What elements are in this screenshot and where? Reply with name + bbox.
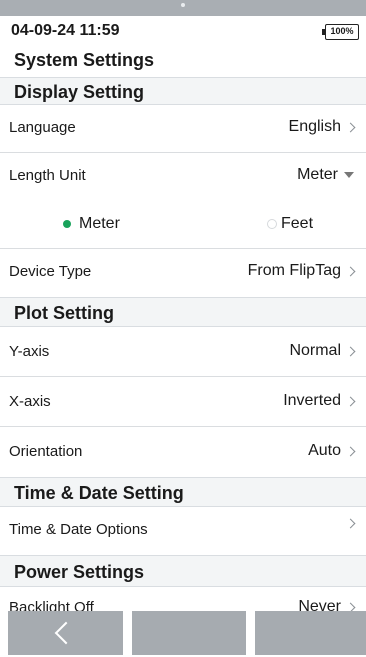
x-axis-value: Inverted — [283, 392, 341, 409]
chevron-right-icon — [345, 396, 356, 406]
radio-unselected-icon — [267, 219, 277, 229]
radio-selected-icon — [63, 220, 71, 228]
device-type-label: Device Type — [9, 263, 92, 280]
section-power-settings: Power Settings — [0, 555, 366, 587]
section-title: Display Setting — [14, 82, 145, 102]
section-plot-setting: Plot Setting — [0, 297, 366, 327]
section-time-date-setting: Time & Date Setting — [0, 477, 366, 507]
length-unit-options: Meter Feet — [0, 201, 366, 249]
x-axis-row[interactable]: X-axis Inverted — [0, 377, 366, 427]
length-unit-label: Length Unit — [9, 167, 86, 184]
y-axis-row[interactable]: Y-axis Normal — [0, 327, 366, 377]
section-title: Power Settings — [14, 562, 145, 582]
y-axis-label: Y-axis — [9, 343, 50, 360]
orientation-row[interactable]: Orientation Auto — [0, 427, 366, 477]
length-unit-value: Meter — [297, 166, 338, 183]
battery-nub — [322, 29, 325, 35]
chevron-right-icon — [345, 122, 356, 132]
time-date-options-label: Time & Date Options — [9, 521, 148, 538]
x-axis-label: X-axis — [9, 393, 51, 410]
section-title: Plot Setting — [14, 303, 114, 323]
battery-icon: 100% — [322, 24, 359, 40]
section-display-setting: Display Setting — [0, 77, 366, 105]
chevron-right-icon — [345, 446, 356, 456]
device-type-value: From FlipTag — [247, 262, 341, 279]
radio-meter-label: Meter — [79, 215, 120, 232]
language-value: English — [288, 118, 341, 135]
chevron-left-icon — [54, 621, 78, 645]
status-datetime: 04-09-24 11:59 — [11, 22, 120, 39]
radio-feet-label: Feet — [281, 215, 314, 232]
orientation-value: Auto — [308, 442, 341, 459]
top-strip — [0, 0, 366, 16]
status-bar: 04-09-24 11:59 100% — [0, 16, 366, 46]
page-title: System Settings — [14, 50, 155, 70]
length-unit-row[interactable]: Length Unit Meter — [0, 153, 366, 201]
device-type-row[interactable]: Device Type From FlipTag — [0, 249, 366, 297]
chevron-right-icon — [345, 266, 356, 276]
dropdown-caret-icon — [344, 172, 354, 178]
chevron-right-icon — [345, 346, 356, 356]
y-axis-value: Normal — [289, 342, 341, 359]
language-label: Language — [9, 119, 76, 136]
radio-feet[interactable]: Feet — [267, 215, 313, 233]
orientation-label: Orientation — [9, 443, 83, 460]
pull-indicator — [181, 3, 185, 7]
section-title: Time & Date Setting — [14, 483, 184, 503]
time-date-options-row[interactable]: Time & Date Options — [0, 507, 366, 555]
nav-button-middle[interactable] — [132, 611, 246, 655]
language-row[interactable]: Language English — [0, 105, 366, 153]
back-button[interactable] — [8, 611, 123, 655]
chevron-right-icon — [345, 518, 356, 529]
bottom-nav-bar — [0, 611, 366, 657]
radio-meter[interactable]: Meter — [63, 215, 120, 233]
nav-button-right[interactable] — [255, 611, 366, 655]
battery-level: 100% — [330, 26, 354, 36]
